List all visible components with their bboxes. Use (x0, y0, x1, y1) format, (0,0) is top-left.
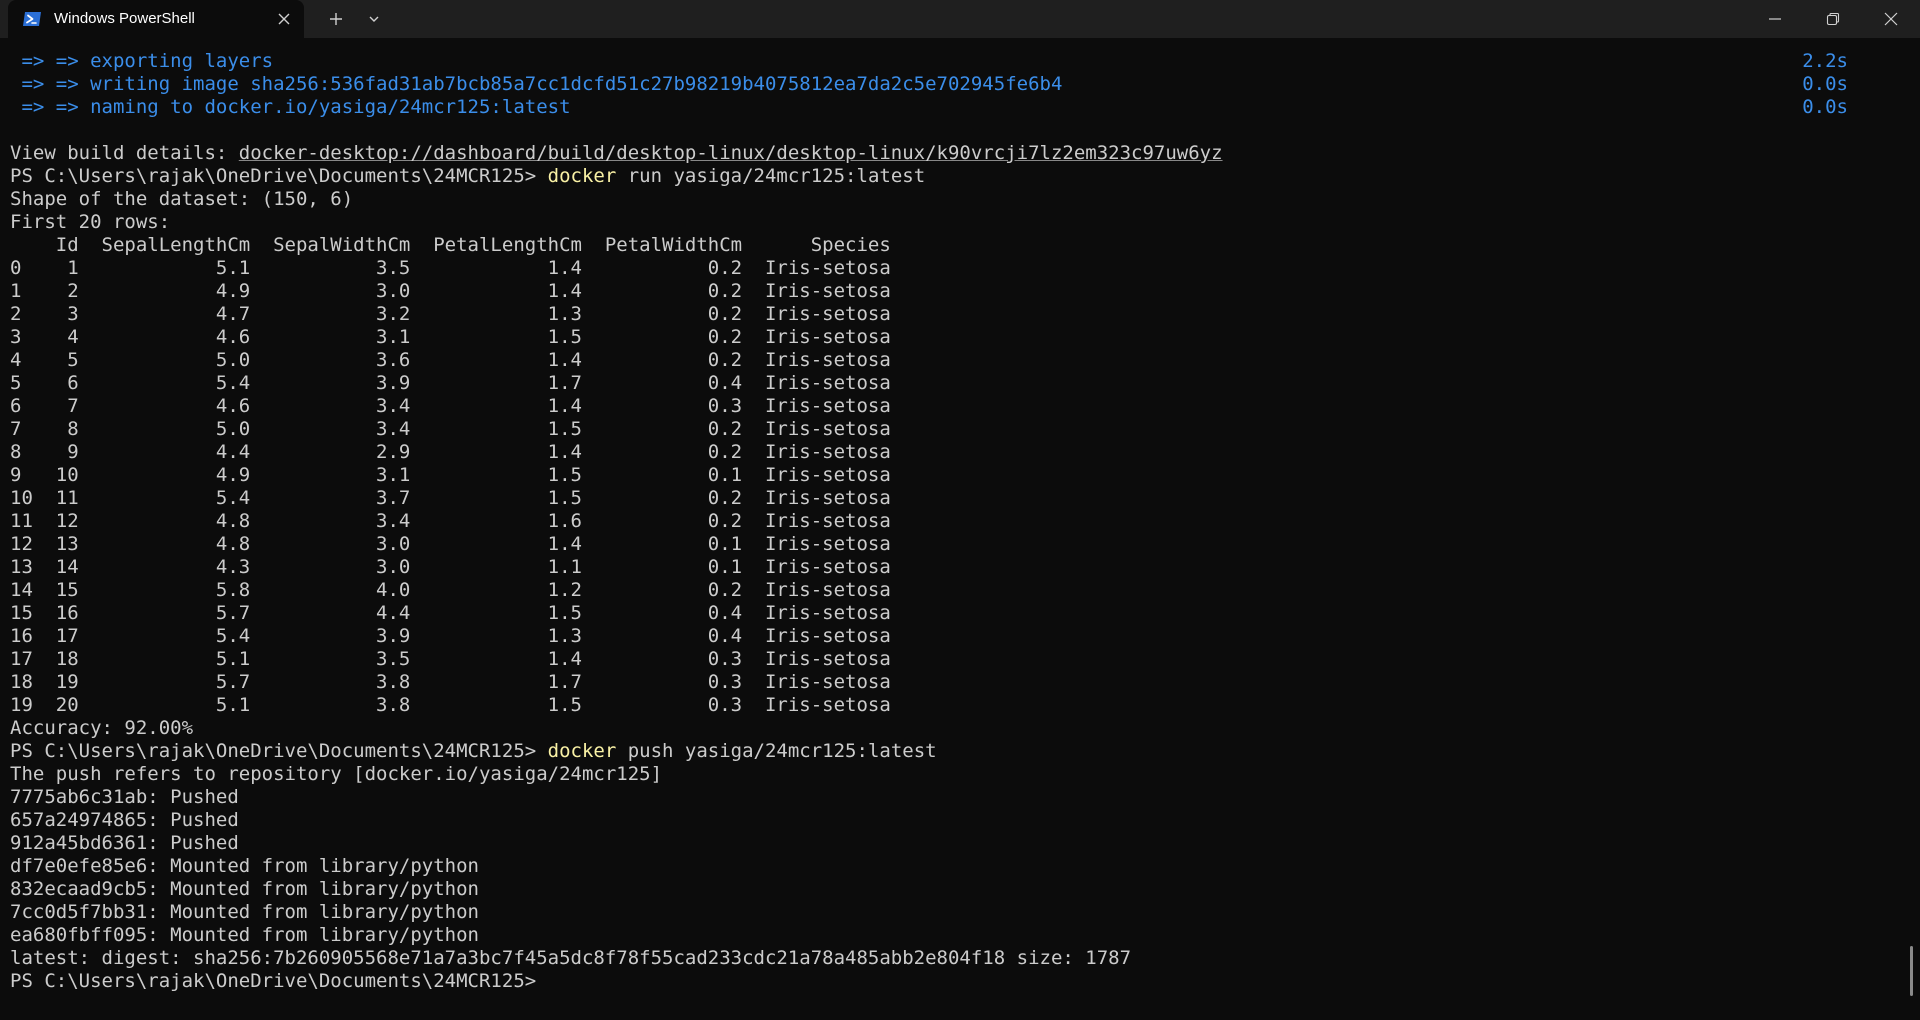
output-line: 832ecaad9cb5: Mounted from library/pytho… (10, 878, 479, 900)
table-row: 15 16 5.7 4.4 1.5 0.4 Iris-setosa (10, 602, 891, 624)
command-name: docker (547, 165, 617, 187)
powershell-window: Windows PowerShell => => exporting layer… (0, 0, 1920, 1020)
output-line: 7775ab6c31ab: Pushed (10, 786, 239, 808)
build-step-line: => => exporting layers 2.2s (10, 50, 1890, 73)
build-step-line: => => writing image sha256:536fad31ab7bc… (10, 73, 1890, 96)
build-step-time: 2.2s (1802, 50, 1848, 72)
command-args: run yasiga/24mcr125:latest (616, 165, 926, 187)
output-line: Accuracy: 92.00% (10, 717, 194, 739)
output-line: df7e0efe85e6: Mounted from library/pytho… (10, 855, 479, 877)
prompt-line: PS C:\Users\rajak\OneDrive\Documents\24M… (10, 740, 1890, 763)
terminal-output[interactable]: => => exporting layers 2.2s => => writing… (10, 50, 1890, 1014)
table-row: 8 9 4.4 2.9 1.4 0.2 Iris-setosa (10, 441, 891, 463)
prompt: PS C:\Users\rajak\OneDrive\Documents\24M… (10, 165, 548, 187)
table-row: 11 12 4.8 3.4 1.6 0.2 Iris-setosa (10, 510, 891, 532)
build-step-text: => => naming to docker.io/yasiga/24mcr12… (10, 96, 571, 118)
output-line: 657a24974865: Pushed (10, 809, 239, 831)
table-row: 10 11 5.4 3.7 1.5 0.2 Iris-setosa (10, 487, 891, 509)
build-step-time: 0.0s (1802, 73, 1848, 95)
build-step-text: => => writing image sha256:536fad31ab7bc… (10, 73, 1063, 95)
table-row: 13 14 4.3 3.0 1.1 0.1 Iris-setosa (10, 556, 891, 578)
table-row: 2 3 4.7 3.2 1.3 0.2 Iris-setosa (10, 303, 891, 325)
command-args: push yasiga/24mcr125:latest (616, 740, 937, 762)
scrollbar[interactable] (1910, 946, 1913, 996)
build-step-time: 0.0s (1802, 96, 1848, 118)
minimize-icon (1769, 18, 1781, 20)
chevron-down-icon[interactable] (364, 9, 384, 29)
output-line: ea680fbff095: Mounted from library/pytho… (10, 924, 479, 946)
output-line: Shape of the dataset: (150, 6) (10, 188, 354, 210)
tab-windows-powershell[interactable]: Windows PowerShell (8, 0, 304, 38)
output-line: latest: digest: sha256:7b260905568e71a7a… (10, 947, 1132, 969)
output-line: 7cc0d5f7bb31: Mounted from library/pytho… (10, 901, 479, 923)
table-header: Id SepalLengthCm SepalWidthCm PetalLengt… (10, 234, 891, 256)
plus-icon[interactable] (326, 9, 346, 29)
table-row: 1 2 4.9 3.0 1.4 0.2 Iris-setosa (10, 280, 891, 302)
table-row: 3 4 4.6 3.1 1.5 0.2 Iris-setosa (10, 326, 891, 348)
output-line: The push refers to repository [docker.io… (10, 763, 663, 785)
output-line: 912a45bd6361: Pushed (10, 832, 239, 854)
prompt-line: PS C:\Users\rajak\OneDrive\Documents\24M… (10, 970, 1890, 993)
table-row: 19 20 5.1 3.8 1.5 0.3 Iris-setosa (10, 694, 891, 716)
build-details-line: View build details: docker-desktop://das… (10, 142, 1890, 165)
table-row: 7 8 5.0 3.4 1.5 0.2 Iris-setosa (10, 418, 891, 440)
restore-icon (1826, 12, 1840, 26)
command-name: docker (547, 740, 617, 762)
close-icon (1884, 12, 1898, 26)
prompt: PS C:\Users\rajak\OneDrive\Documents\24M… (10, 740, 548, 762)
build-details-link[interactable]: docker-desktop://dashboard/build/desktop… (239, 142, 1223, 164)
table-row: 14 15 5.8 4.0 1.2 0.2 Iris-setosa (10, 579, 891, 601)
build-step-line: => => naming to docker.io/yasiga/24mcr12… (10, 96, 1890, 119)
table-row: 0 1 5.1 3.5 1.4 0.2 Iris-setosa (10, 257, 891, 279)
prompt-line: PS C:\Users\rajak\OneDrive\Documents\24M… (10, 165, 1890, 188)
close-icon[interactable] (276, 11, 292, 27)
restore-button[interactable] (1804, 0, 1862, 38)
tab-title: Windows PowerShell (54, 10, 195, 27)
output-line: First 20 rows: (10, 211, 171, 233)
table-row: 4 5 5.0 3.6 1.4 0.2 Iris-setosa (10, 349, 891, 371)
table-row: 5 6 5.4 3.9 1.7 0.4 Iris-setosa (10, 372, 891, 394)
build-details-label: View build details: (10, 142, 239, 164)
minimize-button[interactable] (1746, 0, 1804, 38)
build-step-text: => => exporting layers (10, 50, 274, 72)
table-row: 16 17 5.4 3.9 1.3 0.4 Iris-setosa (10, 625, 891, 647)
table-row: 17 18 5.1 3.5 1.4 0.3 Iris-setosa (10, 648, 891, 670)
table-row: 18 19 5.7 3.8 1.7 0.3 Iris-setosa (10, 671, 891, 693)
table-row: 6 7 4.6 3.4 1.4 0.3 Iris-setosa (10, 395, 891, 417)
table-row: 12 13 4.8 3.0 1.4 0.1 Iris-setosa (10, 533, 891, 555)
table-row: 9 10 4.9 3.1 1.5 0.1 Iris-setosa (10, 464, 891, 486)
powershell-icon (22, 11, 42, 27)
title-bar: Windows PowerShell (0, 0, 1920, 38)
close-window-button[interactable] (1862, 0, 1920, 38)
prompt: PS C:\Users\rajak\OneDrive\Documents\24M… (10, 970, 548, 992)
